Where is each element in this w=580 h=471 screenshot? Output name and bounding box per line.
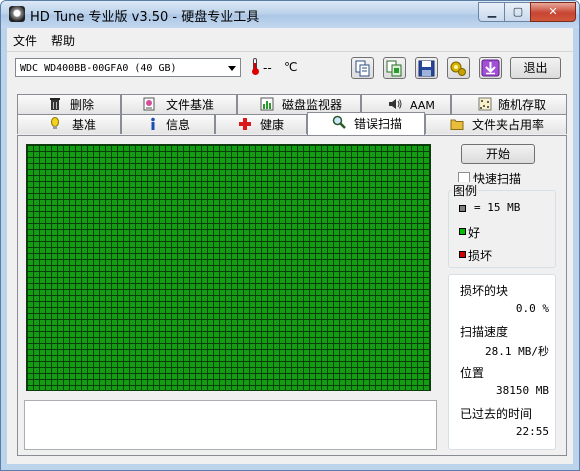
legend-swatch-bad [459, 251, 466, 258]
menu-file[interactable]: 文件 [13, 32, 37, 49]
copy-info-icon [355, 60, 370, 77]
error-scan-panel: 开始 快速扫描 图例 = 15 MB 好 损坏 损坏的块 0.0 % 扫描速度 … [17, 135, 567, 456]
tab-erase[interactable]: 删除 [17, 94, 121, 114]
temperature-value: -- [263, 61, 272, 75]
minimize-button[interactable]: ▁ [478, 2, 506, 22]
hard-disk-icon [9, 6, 25, 22]
legend-bad: 损坏 [468, 249, 493, 263]
quick-scan-label: 快速扫描 [473, 172, 522, 186]
client-area: 文件 帮助 WDC WD400BB-00GFA0 (40 GB) -- ℃ 退出… [7, 28, 573, 464]
tab-benchmark[interactable]: 基准 [17, 114, 121, 134]
file-benchmark-icon [143, 97, 155, 111]
download-icon [481, 59, 500, 77]
info-icon [151, 117, 155, 130]
copy-screenshot-button[interactable] [383, 57, 406, 79]
tab-folder-usage[interactable]: 文件夹占用率 [425, 114, 567, 134]
tab-error-scan[interactable]: 错误扫描 [307, 112, 425, 135]
app-window: HD Tune 专业版 v3.50 - 硬盘专业工具 ▁ ▢ ✕ 文件 帮助 W… [0, 0, 580, 471]
stat-elapsed-label: 已过去的时间 [460, 407, 533, 421]
benchmark-icon [51, 117, 59, 129]
tab-file-benchmark[interactable]: 文件基准 [121, 94, 237, 114]
menu-help[interactable]: 帮助 [51, 32, 75, 49]
save-button[interactable] [415, 57, 438, 79]
stat-position-label: 位置 [460, 366, 485, 380]
stat-damaged-blocks-label: 损坏的块 [460, 284, 509, 298]
legend-swatch-block-size [459, 205, 466, 212]
stat-elapsed-value: 22:55 [515, 425, 549, 438]
tab-health[interactable]: 健康 [215, 114, 307, 134]
tab-disk-monitor[interactable]: 磁盘监视器 [237, 94, 361, 114]
maximize-button[interactable]: ▢ [504, 2, 532, 22]
close-button[interactable]: ✕ [530, 2, 576, 22]
thermometer-icon [252, 58, 259, 75]
trash-icon [50, 98, 60, 110]
temperature-unit: ℃ [284, 60, 298, 74]
scan-block-map [26, 144, 431, 391]
drive-select-value: WDC WD400BB-00GFA0 (40 GB) [20, 63, 177, 74]
download-button[interactable] [479, 57, 502, 79]
speaker-icon [389, 99, 402, 109]
random-access-icon [478, 97, 492, 111]
stat-position-value: 38150 MB [496, 384, 549, 397]
options-button[interactable] [447, 57, 470, 79]
drive-select[interactable]: WDC WD400BB-00GFA0 (40 GB) [15, 58, 241, 77]
start-button[interactable]: 开始 [461, 144, 535, 164]
toolbar-divider [7, 51, 573, 52]
legend-good: 好 [468, 226, 481, 240]
menu-bar: 文件 帮助 [7, 28, 573, 50]
stat-damaged-blocks-value: 0.0 % [515, 302, 549, 315]
copy-info-button[interactable] [351, 57, 374, 79]
legend-swatch-good [459, 228, 466, 235]
folder-icon [450, 119, 464, 130]
stat-scan-speed-label: 扫描速度 [460, 325, 509, 339]
tab-info[interactable]: 信息 [121, 114, 215, 134]
magnifier-icon [332, 115, 346, 129]
stats-box [448, 274, 556, 450]
exit-button[interactable]: 退出 [510, 57, 561, 79]
save-icon [418, 60, 435, 77]
legend-block-size: = 15 MB [474, 201, 521, 214]
chevron-down-icon [228, 66, 236, 71]
copy-screenshot-icon [386, 60, 402, 77]
window-title: HD Tune 专业版 v3.50 - 硬盘专业工具 [30, 10, 260, 25]
disk-monitor-icon [260, 97, 274, 111]
health-cross-icon [239, 118, 251, 130]
legend-title: 图例 [452, 182, 479, 199]
tab-aam[interactable]: AAM [361, 94, 451, 114]
scan-log-area[interactable] [24, 400, 437, 450]
tab-random-access[interactable]: 随机存取 [451, 94, 567, 114]
options-icon [450, 61, 466, 76]
title-bar[interactable]: HD Tune 专业版 v3.50 - 硬盘专业工具 ▁ ▢ ✕ [1, 1, 579, 28]
stat-scan-speed-value: 28.1 MB/秒 [485, 345, 549, 358]
